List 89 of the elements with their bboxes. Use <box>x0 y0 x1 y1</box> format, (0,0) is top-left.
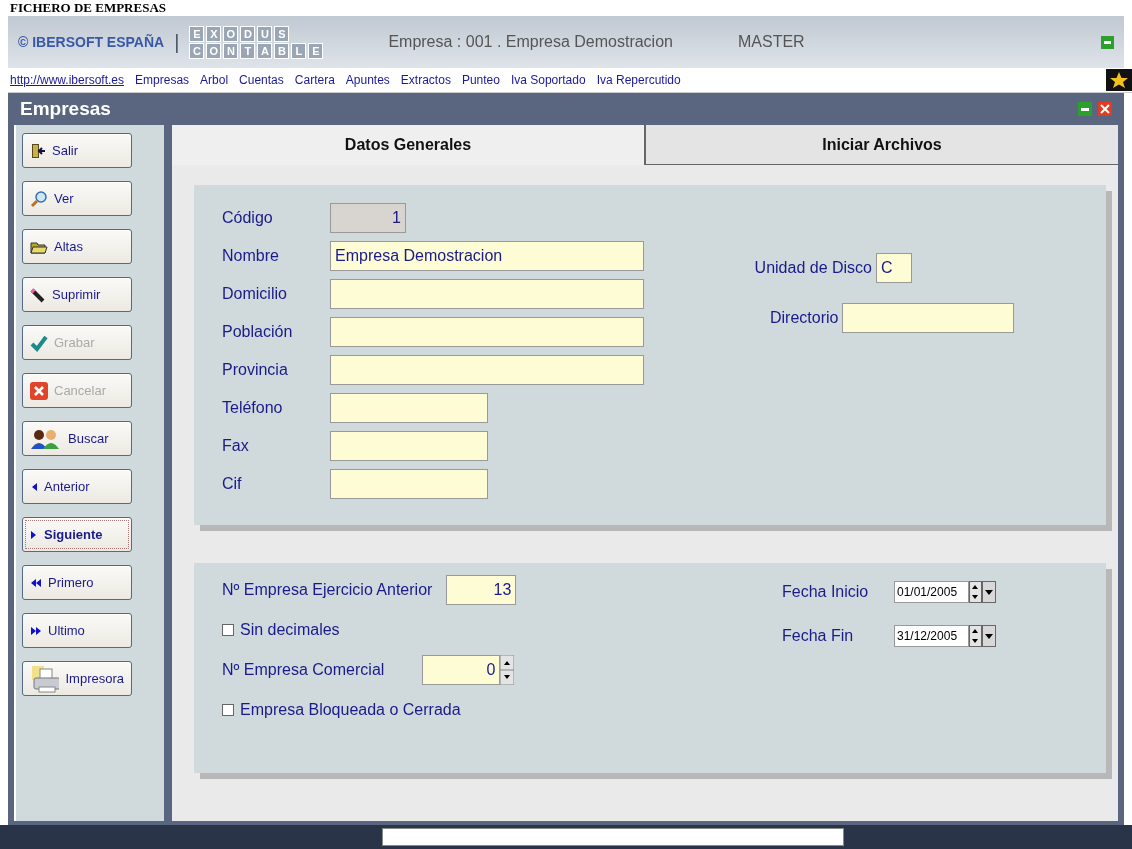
date-spinner-icon[interactable] <box>969 625 997 647</box>
logo-letter: D <box>240 25 256 42</box>
input-field[interactable] <box>330 317 644 347</box>
logo-letter: O <box>206 42 222 59</box>
tab[interactable]: Iniciar Archivos <box>645 125 1118 165</box>
menu-link[interactable]: http://www.ibersoft.es <box>10 73 125 87</box>
menu-link[interactable]: Apuntes <box>345 73 390 87</box>
logo-letter: U <box>257 25 273 42</box>
input-field[interactable] <box>330 279 644 309</box>
menu-link[interactable]: Arbol <box>200 73 229 87</box>
field-label: Fecha Inicio <box>782 583 870 601</box>
close-icon[interactable] <box>1098 102 1112 116</box>
logo-letter: B <box>274 42 290 59</box>
user-label: MASTER <box>737 33 805 51</box>
menu-link[interactable]: Cartera <box>294 73 335 87</box>
input-field[interactable] <box>842 303 1015 333</box>
tab[interactable]: Datos Generales <box>172 125 645 165</box>
field-label: Teléfono <box>222 399 284 417</box>
toolbar-button[interactable]: Primero <box>22 565 132 600</box>
field-label: Código <box>222 209 274 227</box>
field-label: Cif <box>222 475 243 493</box>
field-label: Provincia <box>222 361 289 379</box>
left-arrow-icon <box>30 481 38 492</box>
input-field[interactable] <box>330 469 488 499</box>
spinner-icon[interactable] <box>500 655 515 685</box>
brand-name: © IBERSOFT ESPAÑA <box>18 34 165 50</box>
toolbar-button[interactable]: Impresora <box>22 661 132 696</box>
input-field[interactable] <box>330 355 644 385</box>
logo-letter: O <box>223 25 239 42</box>
input-field[interactable]: 13 <box>446 575 517 605</box>
menu-link[interactable]: Punteo <box>461 73 500 87</box>
pencil-icon <box>30 286 46 303</box>
field-label: Domicilio <box>222 285 288 303</box>
logo-letter: C <box>189 42 205 59</box>
right-arrow-icon <box>30 529 38 540</box>
menu-link[interactable]: Iva Repercutido <box>596 73 681 87</box>
company-label: Empresa : 001 . Empresa Demostracion <box>388 33 673 51</box>
date-field[interactable]: 31/12/2005 <box>894 625 969 647</box>
minimize-icon[interactable] <box>1078 102 1092 116</box>
field-label: Nº Empresa Comercial <box>222 661 385 679</box>
input-field[interactable]: 0 <box>422 655 501 685</box>
double-right-arrow-icon <box>30 625 42 636</box>
date-field[interactable]: 01/01/2005 <box>894 581 969 603</box>
input-field[interactable]: Empresa Demostracion <box>330 241 644 271</box>
logo-letter: X <box>206 25 222 42</box>
menu-link[interactable]: Cuentas <box>239 73 284 87</box>
toolbar-button[interactable]: Ultimo <box>22 613 132 648</box>
logo-letter: S <box>274 25 290 42</box>
minimize-icon[interactable] <box>1101 35 1114 49</box>
field-label: Unidad de Disco <box>754 259 872 277</box>
input-field[interactable] <box>330 393 488 423</box>
input-field[interactable] <box>330 431 488 461</box>
field-label: Fax <box>222 437 250 455</box>
logo-letter: L <box>291 42 307 59</box>
toolbar-button[interactable]: Altas <box>22 229 132 264</box>
menu-link[interactable]: Empresas <box>135 73 190 87</box>
logo-letter: E <box>308 42 324 59</box>
logo-letter: N <box>223 42 239 59</box>
people-icon <box>30 428 62 449</box>
field-label: Nº Empresa Ejercicio Anterior <box>222 581 433 599</box>
logo-letter: E <box>189 25 205 42</box>
checkbox[interactable]: Empresa Bloqueada o Cerrada <box>222 701 782 719</box>
menu-link[interactable]: Extractos <box>400 73 451 87</box>
input-field[interactable]: C <box>876 253 912 283</box>
field-label: Fecha Fin <box>782 627 855 645</box>
printer-icon <box>30 664 60 693</box>
toolbar-button[interactable]: Suprimir <box>22 277 132 312</box>
date-spinner-icon[interactable] <box>969 581 997 603</box>
toolbar-button[interactable]: Ver <box>22 181 132 216</box>
checkmark-icon <box>30 333 48 352</box>
double-left-arrow-icon <box>30 577 42 588</box>
toolbar-button[interactable]: Anterior <box>22 469 132 504</box>
toolbar-button[interactable]: Siguiente <box>22 517 132 552</box>
field-label: Directorio <box>770 309 839 327</box>
cancel-icon <box>30 381 48 400</box>
menu-link[interactable]: Iva Soportado <box>510 73 586 87</box>
toolbar-button[interactable]: Buscar <box>22 421 132 456</box>
field-label: Nombre <box>222 247 280 265</box>
field-label: Población <box>222 323 294 341</box>
door-icon <box>30 142 46 159</box>
logo-letter: A <box>257 42 273 59</box>
page-title: FICHERO DE EMPRESAS <box>9 0 168 16</box>
logo-letter: T <box>240 42 256 59</box>
window-title: Empresas <box>20 98 111 120</box>
magnifier-icon <box>30 189 48 208</box>
checkbox[interactable]: Sin decimales <box>222 621 782 639</box>
input-field[interactable]: 1 <box>330 203 406 233</box>
toolbar-button[interactable]: Salir <box>22 133 132 168</box>
separator: | <box>174 30 180 54</box>
